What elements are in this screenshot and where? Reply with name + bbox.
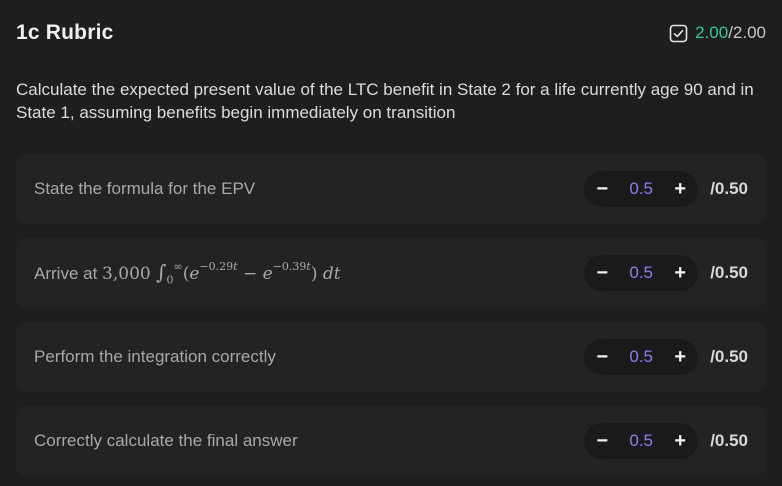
formula-coefficient: 3,000 [102, 263, 151, 284]
score-stepper: − 0.5 + [584, 339, 699, 375]
criterion-formula: 3,000 ∫0∞(e−0.29t − e−0.39t) dt [102, 259, 341, 287]
score-control: − 0.5 + /0.50 [584, 171, 748, 207]
increment-button[interactable]: + [666, 343, 694, 371]
score-stepper: − 0.5 + [584, 423, 699, 459]
criterion-label: State the formula for the EPV [34, 179, 256, 198]
criterion-row: Arrive at 3,000 ∫0∞(e−0.29t − e−0.39t) d… [16, 238, 766, 308]
score-max: /0.50 [710, 263, 748, 282]
criterion-label: Arrive at 3,000 ∫0∞(e−0.29t − e−0.39t) d… [34, 260, 341, 286]
score-value[interactable]: 0.5 [616, 431, 666, 451]
rubric-score: 2.00/2.00 [669, 23, 766, 43]
criterion-row: Correctly calculate the final answer − 0… [16, 406, 766, 476]
score-value[interactable]: 0.5 [616, 347, 666, 367]
criteria-list: State the formula for the EPV − 0.5 + /0… [16, 154, 766, 476]
score-value[interactable]: 0.5 [616, 179, 666, 199]
decrement-button[interactable]: − [588, 175, 616, 203]
checkbox-check-icon [669, 24, 688, 43]
criterion-label-prefix: Arrive at [34, 263, 98, 283]
question-text: Calculate the expected present value of … [16, 80, 754, 122]
score-max: /0.50 [710, 347, 748, 366]
rubric-title: 1c Rubric [16, 21, 114, 44]
score-control: − 0.5 + /0.50 [584, 339, 748, 375]
score-total: /2.00 [728, 23, 766, 42]
rubric-panel: 1c Rubric 2.00/2.00 Calculate the expect… [0, 0, 782, 486]
score-earned: 2.00 [695, 23, 729, 42]
score-stepper: − 0.5 + [584, 171, 699, 207]
score-value[interactable]: 0.5 [616, 263, 666, 283]
decrement-button[interactable]: − [588, 427, 616, 455]
score-max: /0.50 [710, 431, 748, 450]
score-control: − 0.5 + /0.50 [584, 423, 748, 459]
increment-button[interactable]: + [666, 175, 694, 203]
rubric-header: 1c Rubric 2.00/2.00 [16, 0, 766, 66]
decrement-button[interactable]: − [588, 343, 616, 371]
criterion-label: Correctly calculate the final answer [34, 431, 298, 450]
criterion-label: Perform the integration correctly [34, 347, 276, 366]
criterion-row: Perform the integration correctly − 0.5 … [16, 322, 766, 392]
criterion-row: State the formula for the EPV − 0.5 + /0… [16, 154, 766, 224]
score-stepper: − 0.5 + [584, 255, 699, 291]
increment-button[interactable]: + [666, 259, 694, 287]
decrement-button[interactable]: − [588, 259, 616, 287]
increment-button[interactable]: + [666, 427, 694, 455]
score-max: /0.50 [710, 179, 748, 198]
score-control: − 0.5 + /0.50 [584, 255, 748, 291]
